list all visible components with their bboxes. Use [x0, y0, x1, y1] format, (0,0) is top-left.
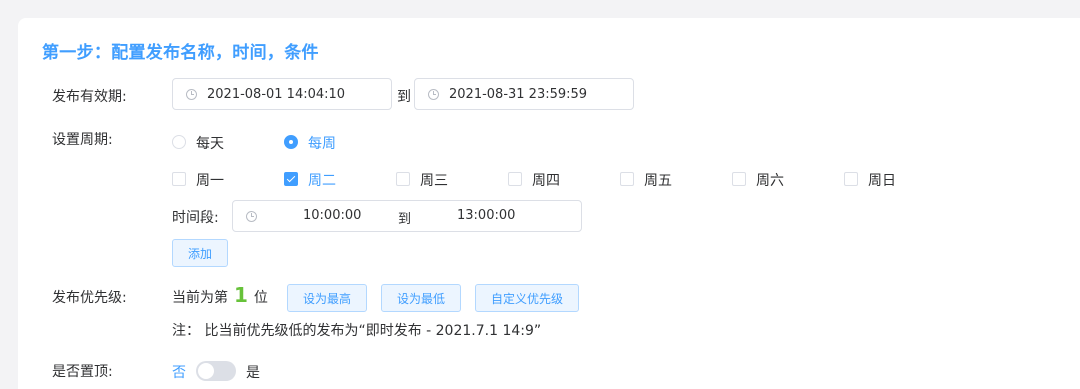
checkbox-sunday-label[interactable]: 周日 — [868, 170, 896, 190]
radio-weekly-label[interactable]: 每周 — [308, 133, 336, 153]
start-datetime-input[interactable]: 2021-08-01 14:04:10 — [172, 78, 392, 110]
checkbox-box — [172, 172, 186, 186]
radio-daily[interactable] — [172, 135, 186, 149]
checkbox-tuesday[interactable] — [284, 172, 298, 186]
checkbox-friday[interactable] — [620, 172, 634, 186]
start-datetime-value: 2021-08-01 14:04:10 — [207, 86, 346, 102]
checkbox-monday-label[interactable]: 周一 — [196, 170, 224, 190]
radio-circle — [172, 135, 186, 149]
validity-to-label: 到 — [397, 89, 411, 105]
end-datetime-value: 2021-08-31 23:59:59 — [449, 86, 588, 102]
switch-knob — [198, 363, 214, 379]
priority-rank: 1 — [234, 283, 248, 307]
pin-toggle-switch[interactable] — [196, 361, 236, 381]
period-label: 设置周期: — [52, 132, 113, 148]
time-end-value: 13:00:00 — [457, 208, 516, 223]
checkbox-tuesday-label[interactable]: 周二 — [308, 170, 336, 190]
time-to-label: 到 — [398, 212, 412, 227]
radio-daily-label[interactable]: 每天 — [196, 133, 224, 153]
checkbox-box — [732, 172, 746, 186]
checkbox-wednesday-label[interactable]: 周三 — [420, 170, 448, 190]
checkbox-thursday[interactable] — [508, 172, 522, 186]
checkbox-box — [396, 172, 410, 186]
custom-priority-button[interactable]: 自定义优先级 — [475, 284, 579, 312]
priority-prefix: 当前为第 — [172, 290, 228, 306]
checkbox-friday-label[interactable]: 周五 — [644, 170, 672, 190]
validity-label: 发布有效期: — [52, 89, 127, 105]
pin-off-label[interactable]: 否 — [172, 362, 186, 382]
checkbox-sunday[interactable] — [844, 172, 858, 186]
pin-on-label[interactable]: 是 — [246, 362, 260, 382]
checkbox-thursday-label[interactable]: 周四 — [532, 170, 560, 190]
radio-weekly[interactable] — [284, 135, 298, 149]
priority-label: 发布优先级: — [52, 290, 127, 306]
time-start-value: 10:00:00 — [303, 208, 362, 223]
checkbox-saturday-label[interactable]: 周六 — [756, 170, 784, 190]
clock-icon — [246, 210, 257, 222]
clock-icon — [186, 88, 197, 100]
checkbox-monday[interactable] — [172, 172, 186, 186]
checkbox-box — [508, 172, 522, 186]
priority-note: 注： 比当前优先级低的发布为“即时发布 - 2021.7.1 14:9” — [172, 323, 542, 339]
checkbox-box — [284, 172, 298, 186]
step-title: 第一步：配置发布名称，时间，条件 — [42, 43, 319, 63]
end-datetime-input[interactable]: 2021-08-31 23:59:59 — [414, 78, 634, 110]
checkbox-box — [844, 172, 858, 186]
radio-circle — [284, 135, 298, 149]
priority-rank-text: 当前为第 1 位 — [172, 283, 268, 307]
set-lowest-button[interactable]: 设为最低 — [381, 284, 461, 312]
priority-suffix: 位 — [253, 290, 268, 306]
clock-icon — [428, 88, 439, 100]
time-range-label: 时间段: — [172, 210, 219, 226]
checkbox-box — [620, 172, 634, 186]
checkbox-saturday[interactable] — [732, 172, 746, 186]
pin-label: 是否置顶: — [52, 364, 113, 380]
add-time-range-button[interactable]: 添加 — [172, 239, 228, 267]
set-highest-button[interactable]: 设为最高 — [287, 284, 367, 312]
checkbox-wednesday[interactable] — [396, 172, 410, 186]
time-range-input[interactable]: 10:00:00 到 13:00:00 — [232, 200, 582, 232]
